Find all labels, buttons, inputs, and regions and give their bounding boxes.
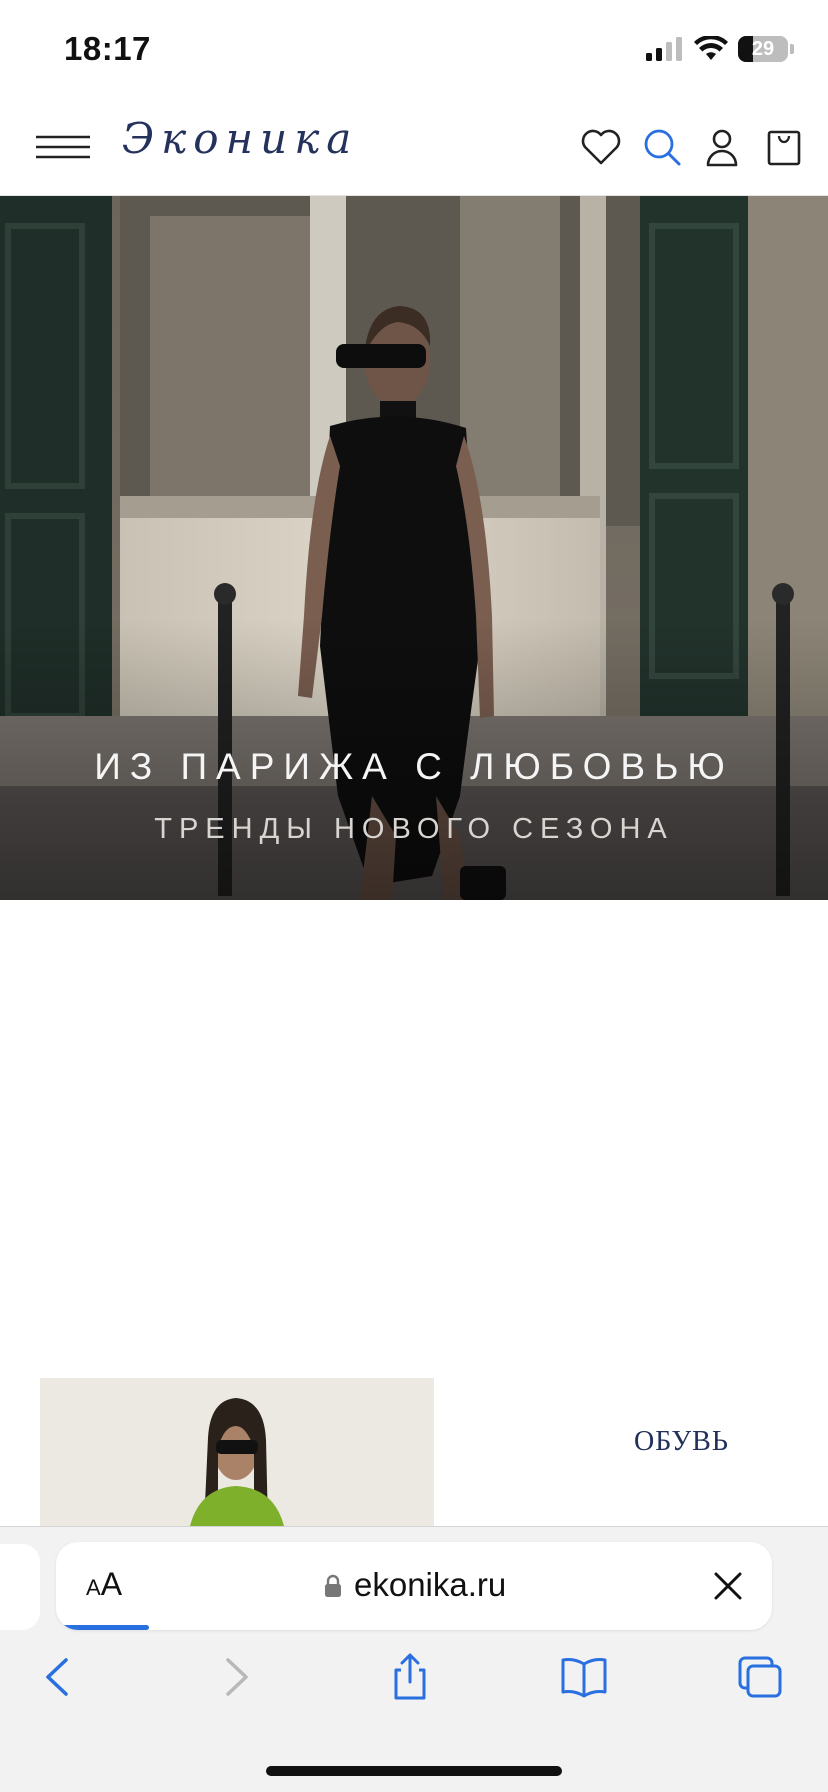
user-icon[interactable] — [701, 126, 743, 168]
wifi-icon — [694, 36, 728, 60]
heart-icon[interactable] — [580, 126, 622, 168]
hero-title: ИЗ ПАРИЖА С ЛЮБОВЬЮ — [94, 746, 734, 787]
cellular-signal-icon — [646, 37, 682, 61]
search-icon[interactable] — [641, 126, 683, 168]
battery-icon: 29 — [738, 36, 788, 62]
home-indicator[interactable] — [266, 1766, 562, 1776]
back-icon[interactable] — [34, 1652, 82, 1702]
status-bar: 18:17 29 — [0, 0, 828, 96]
category-image[interactable] — [40, 1378, 434, 1526]
tabs-icon[interactable] — [736, 1652, 784, 1702]
bookmarks-icon[interactable] — [560, 1652, 608, 1702]
close-icon[interactable] — [712, 1570, 744, 1602]
status-icons: 29 — [646, 34, 794, 64]
category-label[interactable]: ОБУВЬ — [634, 1426, 729, 1458]
forward-icon[interactable] — [212, 1652, 260, 1702]
hero-banner[interactable] — [0, 196, 828, 900]
status-time: 18:17 — [64, 30, 151, 67]
category-photo — [40, 1378, 434, 1526]
hero-image — [0, 196, 828, 900]
battery-tip — [790, 44, 794, 54]
url-text[interactable]: ekonika.ru — [354, 1566, 506, 1604]
menu-icon[interactable] — [34, 134, 92, 160]
page-load-progress — [56, 1625, 150, 1630]
brand-logo[interactable]: Эконика — [122, 114, 358, 163]
site-header: Эконика — [0, 96, 828, 196]
battery-percent: 29 — [751, 37, 775, 60]
text-size-button[interactable]: AA — [86, 1566, 122, 1603]
hero-subtitle: ТРЕНДЫ НОВОГО СЕЗОНА — [154, 813, 674, 845]
share-icon[interactable] — [386, 1652, 434, 1702]
address-bar[interactable]: AA ekonika.ru — [56, 1542, 772, 1630]
lock-icon — [325, 1574, 341, 1597]
previous-tab-peek[interactable] — [0, 1544, 40, 1630]
bag-icon[interactable] — [763, 126, 805, 168]
text-size-label: AA — [86, 1566, 123, 1602]
